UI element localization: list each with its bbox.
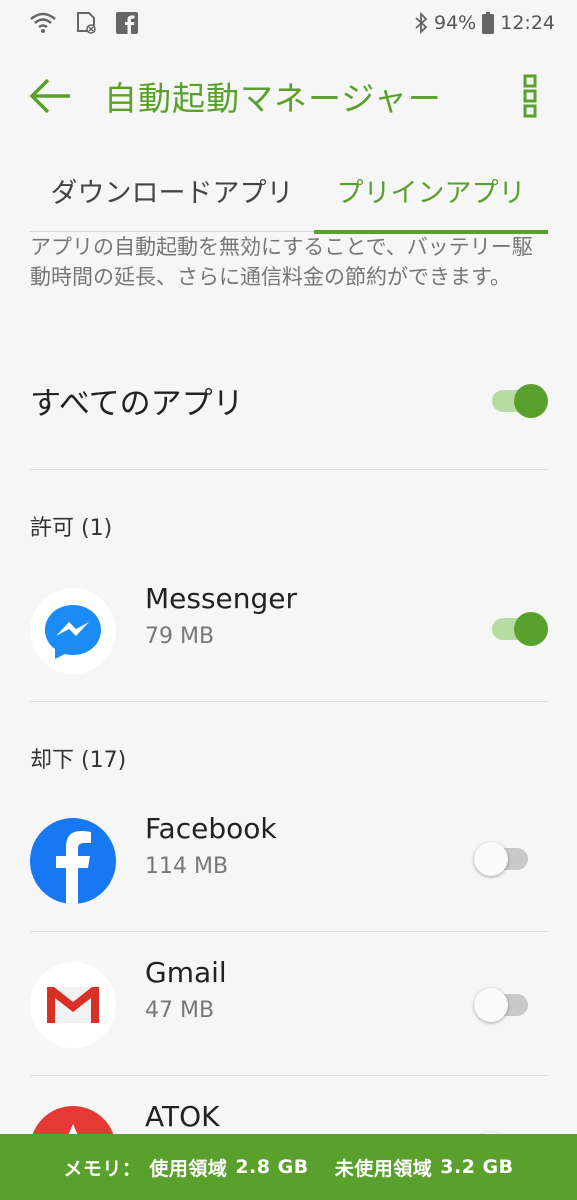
- memory-footer: メモリ： 使用領域 2.8 GB 未使用領域 3.2 GB: [0, 1134, 577, 1200]
- facebook-toggle[interactable]: [474, 842, 528, 876]
- toggle-thumb: [514, 384, 548, 418]
- page-title: 自動起動マネージャー: [104, 79, 442, 118]
- free-value: 3.2 GB: [440, 1156, 514, 1178]
- tab-preinstalled-apps[interactable]: プリインアプリ: [314, 148, 548, 234]
- app-row-messenger[interactable]: Messenger 79 MB: [30, 558, 548, 702]
- battery-percent: 94%: [434, 12, 477, 34]
- sd-card-icon: [77, 12, 96, 34]
- clock: 12:24: [500, 12, 555, 34]
- app-bar: 自動起動マネージャー: [0, 46, 577, 146]
- toggle-thumb: [474, 988, 508, 1022]
- app-name: Messenger: [145, 582, 298, 615]
- gmail-toggle[interactable]: [474, 988, 528, 1022]
- facebook-icon: [116, 12, 138, 34]
- app-name: Gmail: [145, 956, 227, 989]
- app-name: ATOK: [145, 1100, 220, 1133]
- wifi-icon: [30, 12, 56, 33]
- memory-label: メモリ：: [63, 1157, 142, 1180]
- section-header-allowed: 許可 (1): [30, 516, 113, 541]
- messenger-icon: [30, 588, 116, 674]
- all-apps-row: すべてのアプリ: [30, 350, 548, 470]
- app-name: Facebook: [145, 812, 277, 845]
- app-row-facebook[interactable]: Facebook 114 MB: [30, 788, 548, 932]
- toggle-thumb: [514, 612, 548, 646]
- more-options-icon[interactable]: [516, 74, 544, 118]
- section-header-denied: 却下 (17): [30, 748, 127, 773]
- all-apps-label: すべてのアプリ: [30, 386, 244, 422]
- app-row-gmail[interactable]: Gmail 47 MB: [30, 932, 548, 1076]
- app-size: 79 MB: [145, 624, 215, 649]
- toggle-thumb: [474, 842, 508, 876]
- free-label: 未使用領域: [334, 1157, 433, 1180]
- battery-icon: [482, 12, 495, 34]
- app-size: 47 MB: [145, 998, 215, 1023]
- tab-downloaded-apps[interactable]: ダウンロードアプリ: [30, 148, 314, 232]
- description-text: アプリの自動起動を無効にすることで、バッテリー駆動時間の延長、さらに通信料金の節…: [30, 235, 533, 289]
- bluetooth-icon: [415, 12, 428, 34]
- messenger-toggle[interactable]: [492, 612, 548, 646]
- used-value: 2.8 GB: [235, 1156, 309, 1178]
- used-label: 使用領域: [149, 1157, 228, 1180]
- back-arrow-icon[interactable]: [28, 76, 74, 116]
- status-bar: 94% 12:24: [0, 0, 577, 46]
- app-size: 114 MB: [145, 854, 229, 879]
- facebook-app-icon: [30, 818, 116, 904]
- gmail-icon: [30, 962, 116, 1048]
- all-apps-toggle[interactable]: [492, 384, 548, 418]
- tab-bar: ダウンロードアプリ プリインアプリ: [30, 148, 548, 234]
